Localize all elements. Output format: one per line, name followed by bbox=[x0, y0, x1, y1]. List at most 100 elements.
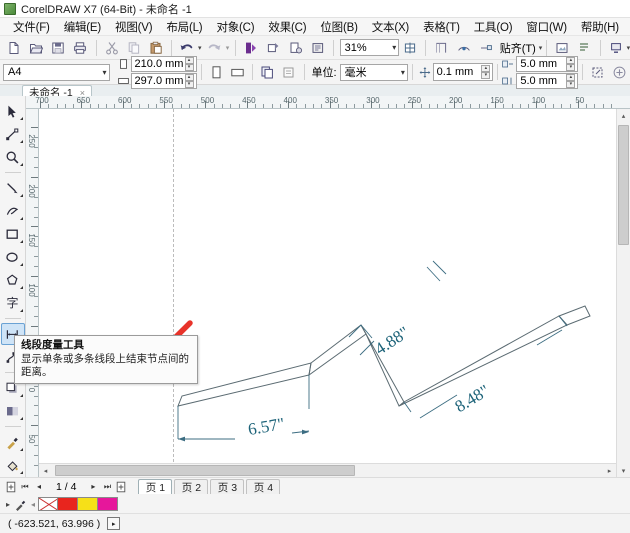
connect-icon[interactable] bbox=[605, 38, 625, 58]
duplicate-y-field[interactable]: 5.0 mm ▴▾ bbox=[516, 73, 578, 89]
menu-help[interactable]: 帮助(H) bbox=[574, 18, 626, 36]
status-expand-button[interactable]: ▸ bbox=[107, 517, 120, 530]
color-eyedropper-tool[interactable] bbox=[1, 431, 25, 453]
add-page-button[interactable] bbox=[610, 62, 629, 82]
object-manager-icon[interactable] bbox=[574, 38, 594, 58]
show-grid-icon[interactable] bbox=[431, 38, 451, 58]
duplicate-x-field[interactable]: 5.0 mm ▴▾ bbox=[516, 56, 578, 72]
zoom-tool[interactable] bbox=[1, 146, 25, 168]
flyout-arrow-icon[interactable] bbox=[20, 217, 23, 220]
print-icon[interactable] bbox=[70, 38, 90, 58]
undo-icon[interactable] bbox=[177, 38, 197, 58]
horizontal-scrollbar[interactable]: ◂ ▸ bbox=[39, 463, 616, 477]
zoom-to-fit-icon[interactable] bbox=[400, 38, 420, 58]
artistic-media-tool[interactable] bbox=[1, 200, 25, 222]
flyout-arrow-icon[interactable] bbox=[20, 448, 23, 451]
previous-page-button[interactable]: ◂ bbox=[32, 480, 46, 494]
connect-dropdown-icon[interactable]: ▾ bbox=[627, 44, 630, 52]
add-page-start-button[interactable] bbox=[4, 480, 18, 494]
horizontal-scroll-thumb[interactable] bbox=[55, 465, 355, 476]
menu-window[interactable]: 窗口(W) bbox=[519, 18, 574, 36]
page-preset-combo[interactable]: A4 ▾ bbox=[3, 64, 110, 81]
swatch-none[interactable] bbox=[38, 497, 58, 511]
freehand-tool[interactable] bbox=[1, 177, 25, 199]
all-pages-button[interactable] bbox=[258, 62, 277, 82]
next-page-button[interactable]: ▸ bbox=[86, 480, 100, 494]
last-page-button[interactable]: ⏭ bbox=[100, 480, 114, 494]
menu-edit[interactable]: 编辑(E) bbox=[57, 18, 108, 36]
undo-dropdown-icon[interactable]: ▾ bbox=[198, 44, 202, 52]
swatch-red[interactable] bbox=[58, 497, 78, 511]
flyout-arrow-icon[interactable] bbox=[20, 194, 23, 197]
flyout-arrow-icon[interactable] bbox=[20, 117, 23, 120]
publish-pdf-icon[interactable] bbox=[285, 38, 305, 58]
flyout-arrow-icon[interactable] bbox=[20, 286, 23, 289]
page-width-field[interactable]: 210.0 mm ▴▾ bbox=[131, 56, 197, 72]
menu-layout[interactable]: 布局(L) bbox=[159, 18, 209, 36]
flyout-arrow-icon[interactable] bbox=[20, 471, 23, 474]
flyout-arrow-icon[interactable] bbox=[20, 263, 23, 266]
swatch-yellow[interactable] bbox=[78, 497, 98, 511]
scroll-up-arrow-icon[interactable]: ▴ bbox=[617, 109, 630, 122]
application-launcher-icon[interactable] bbox=[308, 38, 328, 58]
scroll-right-arrow-icon[interactable]: ▸ bbox=[603, 464, 616, 477]
units-combo[interactable]: 毫米 ▾ bbox=[340, 64, 408, 81]
menu-bitmap[interactable]: 位图(B) bbox=[313, 18, 364, 36]
shape-tool[interactable] bbox=[1, 123, 25, 145]
menu-text[interactable]: 文本(X) bbox=[365, 18, 416, 36]
flyout-arrow-icon[interactable] bbox=[20, 240, 23, 243]
page-height-spinner[interactable]: ▴▾ bbox=[185, 74, 194, 88]
vertical-scrollbar[interactable]: ▴ ▾ bbox=[616, 109, 630, 477]
zoom-level-combo[interactable]: 31% ▾ bbox=[340, 39, 400, 56]
page-tab-4[interactable]: 页 4 bbox=[246, 479, 280, 494]
options-icon[interactable] bbox=[552, 38, 572, 58]
polygon-tool[interactable] bbox=[1, 269, 25, 291]
nudge-field[interactable]: 0.1 mm ▴▾ bbox=[433, 63, 494, 81]
snap-to-grid-icon[interactable] bbox=[476, 38, 496, 58]
flyout-arrow-icon[interactable] bbox=[20, 163, 23, 166]
menu-file[interactable]: 文件(F) bbox=[6, 18, 57, 36]
import-icon[interactable] bbox=[241, 38, 261, 58]
nudge-spinner[interactable]: ▴▾ bbox=[481, 65, 490, 79]
page-tab-3[interactable]: 页 3 bbox=[210, 479, 244, 494]
duplicate-x-spinner[interactable]: ▴▾ bbox=[566, 57, 575, 71]
pick-tool[interactable] bbox=[1, 100, 25, 122]
duplicate-y-spinner[interactable]: ▴▾ bbox=[566, 74, 575, 88]
palette-scroll-up-icon[interactable]: ▸ bbox=[6, 500, 14, 509]
ellipse-tool[interactable] bbox=[1, 246, 25, 268]
menu-view[interactable]: 视图(V) bbox=[108, 18, 159, 36]
vertical-ruler[interactable]: 25020015010050050 bbox=[26, 109, 39, 477]
page-tab-2[interactable]: 页 2 bbox=[174, 479, 208, 494]
new-icon[interactable] bbox=[4, 38, 24, 58]
snap-label[interactable]: 贴齐(T) bbox=[497, 40, 539, 56]
rectangle-tool[interactable] bbox=[1, 223, 25, 245]
first-page-button[interactable]: ⏮ bbox=[18, 480, 32, 494]
redo-icon[interactable] bbox=[205, 38, 225, 58]
page-height-field[interactable]: 297.0 mm ▴▾ bbox=[131, 73, 197, 89]
flyout-arrow-icon[interactable] bbox=[20, 417, 23, 420]
scroll-left-arrow-icon[interactable]: ◂ bbox=[39, 464, 52, 477]
copy-icon[interactable] bbox=[124, 38, 144, 58]
landscape-orientation-button[interactable] bbox=[228, 62, 247, 82]
snap-dropdown-icon[interactable]: ▾ bbox=[539, 44, 543, 52]
current-page-button[interactable] bbox=[279, 62, 298, 82]
text-tool[interactable]: 字 bbox=[1, 292, 25, 314]
menu-object[interactable]: 对象(C) bbox=[209, 18, 261, 36]
flyout-arrow-icon[interactable] bbox=[20, 140, 23, 143]
swatch-magenta[interactable] bbox=[98, 497, 118, 511]
page-width-spinner[interactable]: ▴▾ bbox=[185, 57, 194, 71]
flyout-arrow-icon[interactable] bbox=[20, 394, 23, 397]
save-icon[interactable] bbox=[48, 38, 68, 58]
scroll-down-arrow-icon[interactable]: ▾ bbox=[617, 464, 630, 477]
palette-prev-icon[interactable]: ◂ bbox=[31, 500, 38, 509]
flyout-arrow-icon[interactable] bbox=[20, 309, 23, 312]
menu-table[interactable]: 表格(T) bbox=[416, 18, 467, 36]
portrait-orientation-button[interactable] bbox=[206, 62, 225, 82]
vertical-scroll-thumb[interactable] bbox=[618, 125, 629, 245]
cut-icon[interactable] bbox=[102, 38, 122, 58]
drawing-canvas[interactable]: 6.57" 4.88" 8.48" bbox=[39, 109, 630, 477]
export-icon[interactable] bbox=[263, 38, 283, 58]
edit-page-button[interactable] bbox=[588, 62, 607, 82]
paste-icon[interactable] bbox=[146, 38, 166, 58]
show-guidelines-icon[interactable] bbox=[453, 38, 473, 58]
